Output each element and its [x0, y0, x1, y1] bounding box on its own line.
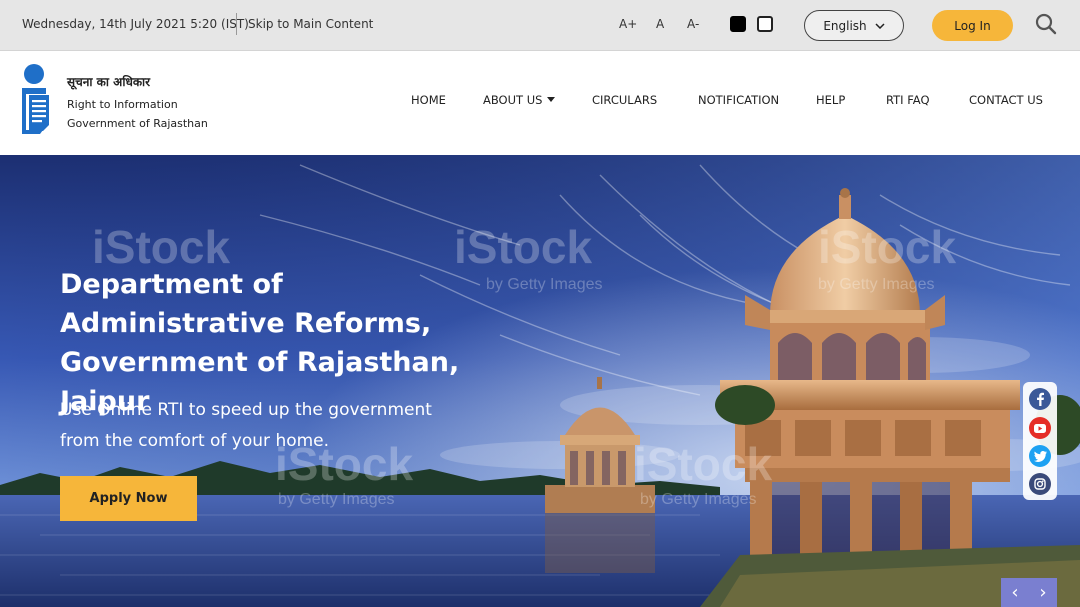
nav-circulars[interactable]: CIRCULARS	[592, 93, 657, 107]
logo-text[interactable]: सूचना का अधिकार Right to Information Gov…	[67, 73, 208, 133]
language-label: English	[823, 18, 867, 33]
nav-contact-us[interactable]: CONTACT US	[969, 93, 1043, 107]
site-header: सूचना का अधिकार Right to Information Gov…	[0, 51, 1080, 155]
carousel-next-button[interactable]: ›	[1039, 578, 1046, 607]
rti-logo-icon[interactable]	[18, 64, 54, 136]
apply-now-button[interactable]: Apply Now	[60, 476, 197, 521]
font-increase-button[interactable]: A+	[619, 17, 637, 31]
carousel-prev-button[interactable]: ‹	[1011, 578, 1018, 607]
hero-subtitle: Use Online RTI to speed up the governmen…	[60, 400, 432, 451]
twitter-icon[interactable]	[1029, 445, 1051, 467]
current-date: Wednesday, 14th July 2021 5:20 (IST)	[22, 17, 249, 31]
logo-hindi-title: सूचना का अधिकार	[67, 75, 151, 89]
skip-to-content-link[interactable]: Skip to Main Content	[248, 17, 373, 31]
caret-down-icon	[547, 97, 556, 102]
top-utility-bar: Wednesday, 14th July 2021 5:20 (IST) Ski…	[0, 0, 1080, 51]
chevron-down-icon	[875, 22, 885, 29]
dark-contrast-button[interactable]	[730, 16, 746, 32]
font-normal-button[interactable]: A	[656, 17, 664, 31]
nav-home[interactable]: HOME	[411, 93, 446, 107]
facebook-icon[interactable]	[1029, 388, 1051, 410]
nav-help[interactable]: HELP	[816, 93, 845, 107]
youtube-icon[interactable]	[1029, 417, 1051, 439]
font-decrease-button[interactable]: A-	[687, 17, 699, 31]
logo-line-2: Government of Rajasthan	[67, 117, 208, 130]
nav-about-us-label: ABOUT US	[483, 93, 543, 107]
search-icon[interactable]	[1035, 13, 1057, 35]
logo-line-1: Right to Information	[67, 98, 178, 111]
nav-rti-faq[interactable]: RTI FAQ	[886, 93, 930, 107]
hero-banner: iStock iStock by Getty Images iStock by …	[0, 155, 1080, 607]
social-links-panel	[1023, 382, 1057, 500]
language-select[interactable]: English	[804, 10, 904, 41]
light-contrast-button[interactable]	[757, 16, 773, 32]
login-button[interactable]: Log In	[932, 10, 1013, 41]
divider	[236, 13, 237, 35]
instagram-icon[interactable]	[1029, 473, 1051, 495]
nav-about-us[interactable]: ABOUT US	[483, 93, 556, 107]
nav-notification[interactable]: NOTIFICATION	[698, 93, 779, 107]
carousel-controls: ‹ ›	[1001, 578, 1057, 607]
